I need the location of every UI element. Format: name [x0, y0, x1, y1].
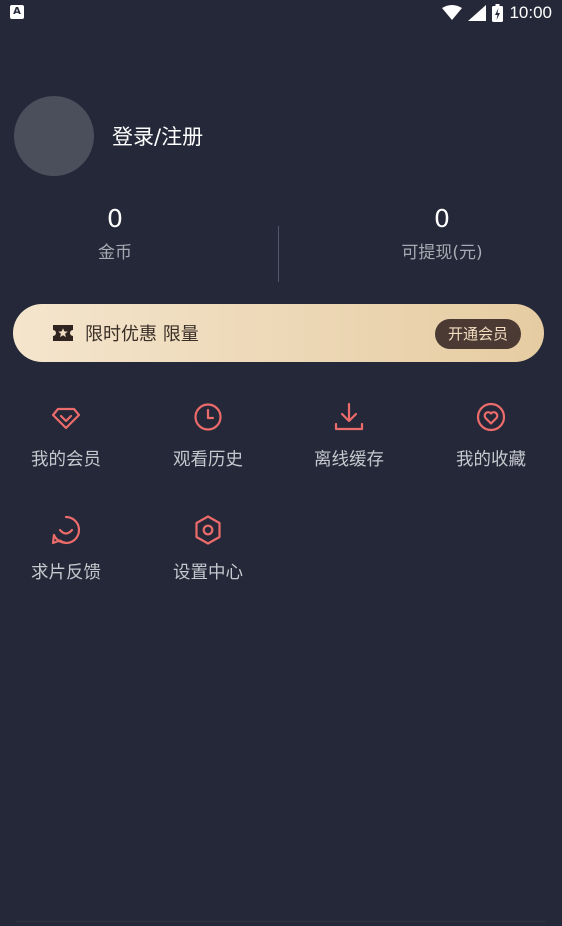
profile-header[interactable]: 登录/注册: [14, 96, 203, 176]
smile-chat-icon: [51, 515, 81, 545]
menu-item-my-membership[interactable]: 我的会员: [11, 400, 121, 471]
notification-icon: A: [10, 5, 24, 19]
status-bar: A 10:00: [0, 0, 562, 26]
login-register-link[interactable]: 登录/注册: [112, 121, 203, 151]
menu-item-request-feedback[interactable]: 求片反馈: [11, 513, 121, 584]
status-time: 10:00: [509, 3, 552, 22]
withdrawable-value: 0: [434, 204, 450, 233]
avatar[interactable]: [14, 96, 94, 176]
vip-promo-banner[interactable]: 限时优惠 限量 开通会员: [13, 304, 544, 362]
coins-label: 金币: [98, 243, 132, 263]
signal-icon: [468, 5, 487, 21]
profile-screen: A 10:00 登录/注册 0 金币 0 可提现(元) 限时优惠 限量 开通会员…: [0, 0, 562, 926]
coins-value: 0: [107, 204, 123, 233]
ticket-star-icon: [53, 325, 73, 341]
withdrawable-stat[interactable]: 0 可提现(元): [322, 204, 562, 263]
menu-item-watch-history[interactable]: 观看历史: [153, 400, 263, 471]
bottom-divider: [16, 921, 546, 922]
wifi-icon: [442, 5, 463, 20]
menu-label: 我的会员: [31, 450, 101, 470]
diamond-icon: [51, 407, 81, 430]
clock-icon: [194, 403, 222, 431]
open-membership-button[interactable]: 开通会员: [434, 319, 521, 349]
hexagon-gear-icon: [195, 515, 221, 545]
menu-item-my-favorites[interactable]: 我的收藏: [436, 400, 546, 471]
battery-icon: [492, 4, 504, 22]
download-icon: [334, 402, 364, 431]
menu-item-settings[interactable]: 设置中心: [153, 513, 263, 584]
account-stats: 0 金币 0 可提现(元): [0, 204, 562, 284]
stats-divider: [278, 226, 279, 282]
menu-label: 设置中心: [173, 563, 243, 583]
withdrawable-label: 可提现(元): [401, 243, 483, 263]
coins-stat[interactable]: 0 金币: [0, 204, 235, 263]
menu-label: 观看历史: [173, 450, 243, 470]
promo-text: 限时优惠 限量: [85, 324, 199, 345]
menu-label: 离线缓存: [314, 450, 384, 470]
menu-label: 求片反馈: [31, 563, 101, 583]
menu-label: 我的收藏: [456, 450, 526, 470]
menu-item-offline-cache[interactable]: 离线缓存: [294, 400, 404, 471]
heart-icon: [476, 402, 506, 432]
status-indicators: 10:00: [442, 2, 552, 24]
